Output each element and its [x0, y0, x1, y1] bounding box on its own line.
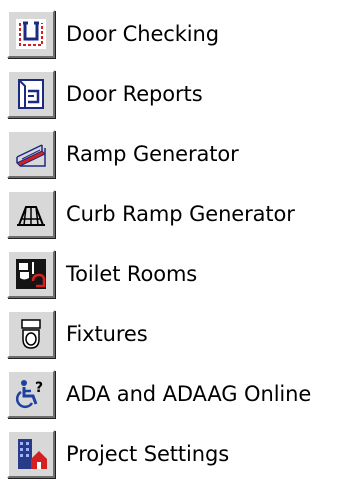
menu-item-label: Curb Ramp Generator: [66, 202, 295, 226]
menu-item-label: Door Checking: [66, 22, 219, 46]
menu-item-label: ADA and ADAAG Online: [66, 382, 312, 406]
ramp-generator-button[interactable]: [7, 130, 55, 178]
curb-ramp-button[interactable]: [7, 190, 55, 238]
ramp-generator-icon: [16, 144, 46, 167]
curb-ramp-icon: [17, 206, 45, 226]
ada-online-icon: ?: [15, 380, 43, 409]
toilet-rooms-icon: [16, 259, 46, 289]
menu-item-fixtures[interactable]: Fixtures: [7, 310, 347, 360]
door-checking-button[interactable]: [7, 10, 55, 58]
menu-item-ramp-generator[interactable]: Ramp Generator: [7, 130, 347, 180]
ada-online-button[interactable]: ?: [7, 370, 55, 418]
menu-item-door-reports[interactable]: Door Reports: [7, 70, 347, 120]
menu-item-label: Ramp Generator: [66, 142, 239, 166]
menu-item-label: Project Settings: [66, 442, 230, 466]
project-settings-button[interactable]: [7, 430, 55, 478]
door-reports-icon: [18, 79, 44, 109]
fixtures-icon: [21, 319, 41, 349]
project-settings-icon: [18, 439, 47, 469]
door-checking-icon: [16, 19, 46, 49]
menu-item-label: Fixtures: [66, 322, 148, 346]
menu-item-door-checking[interactable]: Door Checking: [7, 10, 347, 60]
menu-item-ada-online[interactable]: ? ADA and ADAAG Online: [7, 370, 347, 420]
menu-item-toilet-rooms[interactable]: Toilet Rooms: [7, 250, 347, 300]
menu-item-curb-ramp-generator[interactable]: Curb Ramp Generator: [7, 190, 347, 240]
svg-text:?: ?: [35, 380, 43, 396]
toilet-rooms-button[interactable]: [7, 250, 55, 298]
menu-item-label: Toilet Rooms: [66, 262, 198, 286]
menu-item-project-settings[interactable]: Project Settings: [7, 430, 347, 480]
menu-item-label: Door Reports: [66, 82, 203, 106]
door-reports-button[interactable]: [7, 70, 55, 118]
fixtures-button[interactable]: [7, 310, 55, 358]
